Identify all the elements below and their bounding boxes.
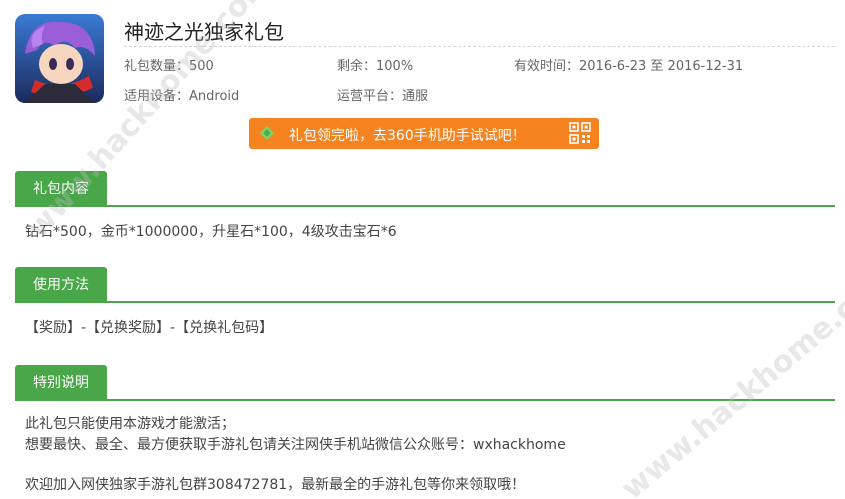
notes-line-2: 想要最快、最全、最方便获取手游礼包请关注网侠手机站微信公众账号：wxhackho… [25, 437, 566, 453]
tab-gift-content: 礼包内容 [15, 171, 107, 207]
gift-device: 适用设备：Android [124, 85, 239, 104]
section-usage: 使用方法 [15, 267, 835, 303]
usage-text: 【奖励】-【兑换奖励】-【兑换礼包码】 [25, 320, 274, 336]
get-360-assistant-button[interactable]: 礼包领完啦，去360手机助手试试吧！ [249, 118, 599, 149]
gift-remaining-value: 100% [376, 59, 414, 74]
gift-platform-label: 运营平台： [337, 89, 403, 104]
game-avatar [15, 14, 104, 103]
section-gift-content: 礼包内容 [15, 171, 835, 207]
gift-validity: 有效时间：2016-6-23 至 2016-12-31 [514, 55, 743, 74]
gift-count-value: 500 [189, 59, 214, 74]
gift-validity-label: 有效时间： [514, 59, 580, 74]
notice-text: 礼包领完啦，去360手机助手试试吧！ [289, 128, 526, 144]
notes-line-3: 欢迎加入网侠独家手游礼包群308472781，最新最全的手游礼包等你来领取哦！ [25, 477, 526, 493]
gift-remaining: 剩余：100% [337, 55, 413, 74]
game-character-icon [15, 14, 104, 103]
notes-line-1: 此礼包只能使用本游戏才能激活； [25, 416, 235, 432]
gift-platform-value: 通服 [402, 89, 429, 104]
title-divider [124, 46, 835, 47]
qr-code-icon[interactable] [569, 122, 591, 144]
gift-platform: 运营平台：通服 [337, 85, 428, 104]
gift-device-label: 适用设备： [124, 89, 190, 104]
gift-validity-value: 2016-6-23 至 2016-12-31 [579, 59, 744, 74]
section-special-notes: 特别说明 [15, 365, 835, 401]
tab-special-notes: 特别说明 [15, 365, 107, 401]
360-assistant-icon [259, 125, 275, 141]
tab-usage: 使用方法 [15, 267, 107, 303]
gift-content-text: 钻石*500，金币*1000000，升星石*100，4级攻击宝石*6 [25, 224, 397, 240]
gift-count: 礼包数量：500 [124, 55, 214, 74]
gift-title: 神迹之光独家礼包 [124, 20, 284, 44]
gift-remaining-label: 剩余： [337, 59, 377, 74]
gift-device-value: Android [189, 89, 240, 104]
gift-count-label: 礼包数量： [124, 59, 190, 74]
